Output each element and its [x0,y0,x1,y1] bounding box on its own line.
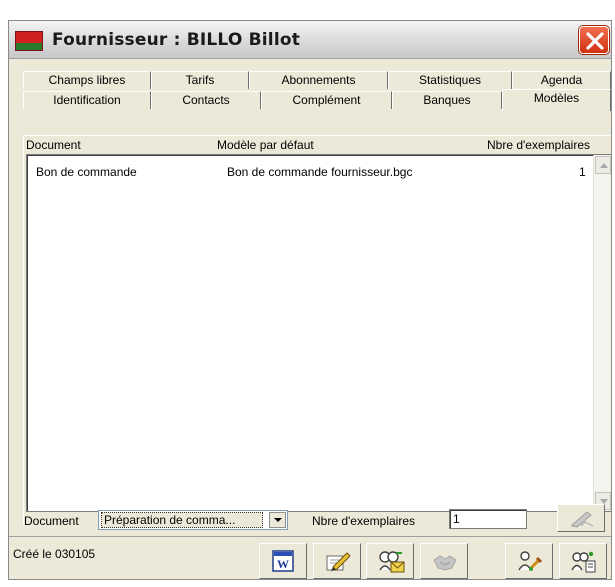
row-copies: 1 [579,165,586,179]
window-title: Fournisseur : BILLO Billot [52,30,301,50]
column-header-copies: Nbre d'exemplaires [487,138,591,152]
row-document: Bon de commande [36,165,137,179]
created-date: Créé le 030105 [13,547,96,561]
tab-abonnements[interactable]: Abonnements [249,71,388,89]
dropdown-button[interactable] [269,512,286,528]
tab-statistiques[interactable]: Statistiques [388,71,512,89]
vertical-scrollbar[interactable] [593,155,611,511]
pencil-check-icon [571,511,594,528]
handshake-icon [433,555,457,571]
scroll-up-button[interactable] [595,156,611,174]
column-header-default-model: Modèle par défaut [217,138,314,152]
word-icon: W [272,550,294,572]
tab-tarifs[interactable]: Tarifs [151,71,249,89]
status-bar: Créé le 030105 W [9,536,611,579]
agreement-button[interactable] [420,543,468,579]
edit-pencil-icon [326,552,351,571]
tab-agenda[interactable]: Agenda [512,71,611,89]
tab-banques[interactable]: Banques [392,91,502,109]
copies-label: Nbre d'exemplaires [312,514,416,528]
tab-modeles[interactable]: Modèles [502,89,611,111]
tab-complement[interactable]: Complément [261,91,392,109]
document-select[interactable]: Préparation de comma... [98,510,288,530]
document-select-value: Préparation de comma... [101,512,263,528]
supplier-window: Fournisseur : BILLO Billot Champs libres… [8,20,612,580]
close-button[interactable] [579,26,609,54]
contacts-mail-button[interactable] [366,543,414,579]
row-default-model: Bon de commande fournisseur.bgc [227,165,413,179]
app-icon [15,31,43,51]
word-button[interactable]: W [259,543,307,579]
close-icon [586,32,604,50]
people-search-button[interactable] [559,543,607,579]
tab-champs-libres[interactable]: Champs libres [23,71,151,89]
people-tools-icon [518,551,543,571]
validate-button[interactable] [557,504,605,532]
tab-identification[interactable]: Identification [23,91,151,109]
users-mail-icon [379,551,405,573]
title-bar[interactable]: Fournisseur : BILLO Billot [9,21,611,59]
document-label: Document [24,514,79,528]
arrow-up-icon [600,163,608,168]
column-header-document: Document [26,138,81,152]
tab-contacts[interactable]: Contacts [151,91,261,109]
people-search-icon [571,551,596,573]
models-list[interactable]: Bon de commande Bon de commande fourniss… [26,154,611,512]
svg-text:W: W [277,557,289,571]
copies-input[interactable]: 1 [449,509,527,529]
people-tools-button[interactable] [505,543,553,579]
chevron-down-icon [274,518,282,522]
edit-button[interactable] [313,543,361,579]
